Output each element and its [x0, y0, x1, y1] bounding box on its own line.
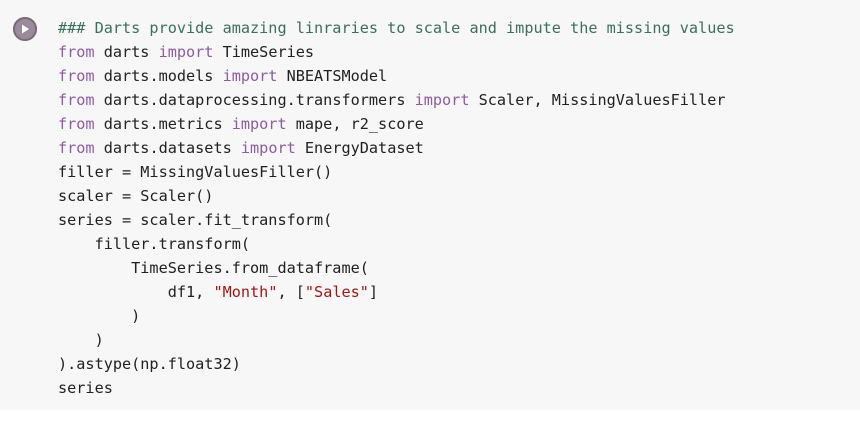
code-token-plain: mape, r2_score [286, 115, 424, 133]
code-token-keyword: import [414, 91, 470, 109]
code-line: df1, "Month", ["Sales"] [58, 280, 735, 304]
code-line: from darts import TimeSeries [58, 40, 735, 64]
code-token-keyword: import [240, 139, 296, 157]
code-token-plain: df1, [58, 283, 214, 301]
code-token-plain: ] [368, 283, 379, 301]
code-token-string: "Month" [213, 283, 278, 301]
code-token-plain: series [58, 379, 113, 397]
code-token-plain: ) [58, 331, 104, 349]
code-line: ) [58, 304, 735, 328]
code-token-plain: , [ [277, 283, 305, 301]
code-token-keyword: import [222, 67, 278, 85]
code-line: TimeSeries.from_dataframe( [58, 256, 735, 280]
code-line: ).astype(np.float32) [58, 352, 735, 376]
code-token-plain: scaler = Scaler() [58, 187, 214, 205]
code-cell[interactable]: ### Darts provide amazing linraries to s… [0, 0, 860, 410]
code-token-keyword: from [58, 43, 95, 61]
code-token-plain: darts [94, 43, 159, 61]
code-token-plain: ).astype(np.float32) [58, 355, 241, 373]
code-token-plain: Scaler, MissingValuesFiller [469, 91, 726, 109]
code-token-plain: darts.models [94, 67, 223, 85]
code-token-keyword: from [58, 91, 95, 109]
code-token-plain: ) [58, 307, 141, 325]
code-editor[interactable]: ### Darts provide amazing linraries to s… [58, 16, 735, 400]
code-token-keyword: from [58, 115, 95, 133]
code-token-plain: filler.transform( [58, 235, 251, 253]
code-token-keyword: from [58, 67, 95, 85]
code-line: ### Darts provide amazing linraries to s… [58, 16, 735, 40]
run-cell-button[interactable] [13, 17, 37, 41]
code-token-plain: TimeSeries [213, 43, 315, 61]
code-line: filler.transform( [58, 232, 735, 256]
code-line: from darts.datasets import EnergyDataset [58, 136, 735, 160]
code-line: scaler = Scaler() [58, 184, 735, 208]
code-line: filler = MissingValuesFiller() [58, 160, 735, 184]
code-token-plain: darts.dataprocessing.transformers [94, 91, 415, 109]
code-line: from darts.models import NBEATSModel [58, 64, 735, 88]
code-line: from darts.metrics import mape, r2_score [58, 112, 735, 136]
code-token-plain: NBEATSModel [277, 67, 388, 85]
code-token-comment: ### Darts provide amazing linraries to s… [58, 19, 735, 37]
run-button-ring [13, 17, 37, 41]
code-line: series = scaler.fit_transform( [58, 208, 735, 232]
code-token-keyword: from [58, 139, 95, 157]
code-line: ) [58, 328, 735, 352]
code-token-plain: filler = MissingValuesFiller() [58, 163, 333, 181]
code-token-plain: darts.metrics [94, 115, 232, 133]
code-token-string: "Sales" [304, 283, 369, 301]
code-token-plain: EnergyDataset [295, 139, 424, 157]
code-token-plain: series = scaler.fit_transform( [58, 211, 333, 229]
code-token-keyword: import [158, 43, 214, 61]
code-token-plain: darts.datasets [94, 139, 241, 157]
code-line: series [58, 376, 735, 400]
code-token-plain: TimeSeries.from_dataframe( [58, 259, 369, 277]
code-line: from darts.dataprocessing.transformers i… [58, 88, 735, 112]
code-token-keyword: import [231, 115, 287, 133]
